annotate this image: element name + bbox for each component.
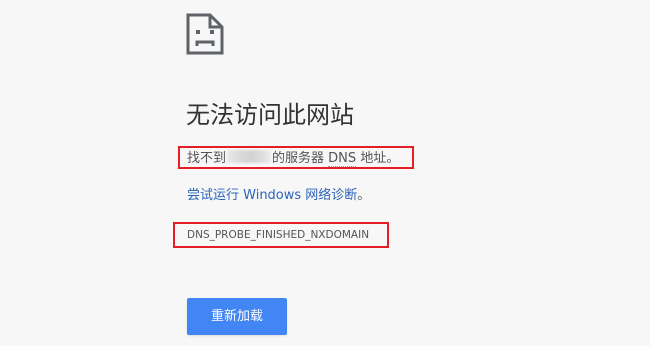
network-diagnostics-link[interactable]: 尝试运行 Windows 网络诊断 <box>187 188 357 203</box>
annotation-box-host <box>178 146 414 169</box>
page-title: 无法访问此网站 <box>186 101 354 129</box>
sad-page-icon <box>186 13 224 55</box>
diagnose-period: 。 <box>357 188 371 203</box>
reload-button[interactable]: 重新加载 <box>187 298 287 335</box>
annotation-box-error-code <box>173 222 389 248</box>
diagnose-message: 尝试运行 Windows 网络诊断。 <box>187 186 370 206</box>
